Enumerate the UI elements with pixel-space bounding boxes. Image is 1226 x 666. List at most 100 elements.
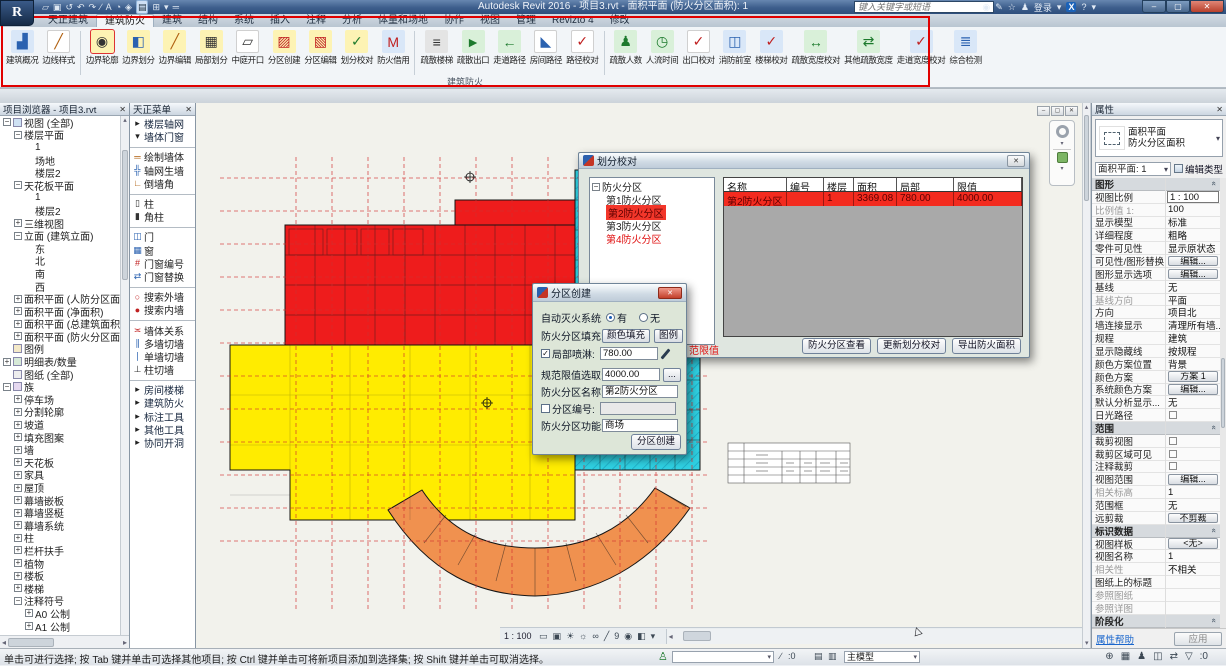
ribbon-tab[interactable]: 体量和场地 [370,14,436,27]
default-3d-view-icon[interactable]: ◈ [125,1,132,13]
expander-icon[interactable]: − [3,118,11,126]
ribbon-button[interactable]: ⇄ 其他疏散宽度 [842,29,895,67]
editing-requests-icon[interactable]: ∕ [780,651,782,661]
ribbon-tab[interactable]: 分析 [334,14,370,27]
section-pin-icon[interactable] [1212,616,1216,625]
expander-icon[interactable]: + [14,295,22,303]
radio-no[interactable] [639,313,648,322]
ribbon-button[interactable]: ↔ 疏散宽度校对 [790,29,843,67]
ribbon-button[interactable]: ╱ 边界编辑 [157,29,193,67]
zoom-dropdown-icon[interactable] [1060,165,1063,172]
ribbon-button[interactable]: ✓ 划分校对 [339,29,375,67]
canvas-horizontal-scrollbar[interactable] [666,629,1082,644]
expander-icon[interactable]: + [14,307,22,315]
property-value[interactable] [1169,462,1177,470]
menu-item[interactable]: ∣ 单墙切墙 [130,350,195,363]
analytical-model-icon[interactable]: ◧ [637,631,646,642]
ribbon-button[interactable]: ≣ 综合检测 [947,29,983,67]
menu-item[interactable]: ∥ 多墙切墙 [130,337,195,350]
tree-item[interactable]: + 家具 [0,469,120,482]
ribbon-button[interactable] [80,31,81,75]
section-pin-icon[interactable] [1212,423,1216,432]
menu-item[interactable]: ▸ 房间楼梯 [130,383,195,396]
ribbon-button[interactable] [414,31,415,75]
browser-horizontal-scrollbar[interactable] [0,635,129,648]
code-limit-input[interactable]: 4000.00 [602,368,660,381]
column-header[interactable]: 局部 [897,178,954,191]
tree-item[interactable]: + 幕墙系统 [0,519,120,532]
expander-icon[interactable] [25,282,33,290]
tree-item[interactable]: + 分割轮廓 [0,406,120,419]
editable-only-icon[interactable]: ♟ [1137,651,1146,662]
sync-icon[interactable]: ↺ [65,1,73,13]
ribbon-tab[interactable]: 插入 [262,14,298,27]
sketchy-lines-icon[interactable]: ╱ [604,631,609,642]
expander-icon[interactable]: − [14,181,22,189]
expander-icon[interactable]: + [14,496,22,504]
menu-item[interactable]: ═ 绘制墙体 [130,150,195,163]
menu-item[interactable]: ╬ 轴网生墙 [130,164,195,177]
user-icon[interactable]: ♟ [1021,2,1029,13]
view-selector-combobox[interactable]: 面积平面: 1 [1095,162,1171,176]
tree-item[interactable]: − 楼层平面 [0,129,120,142]
property-value[interactable]: 1 : 100 [1167,191,1219,203]
zoom-icon[interactable] [1057,152,1068,163]
expander-icon[interactable]: + [25,622,33,630]
property-value[interactable]: 方案 1 [1168,371,1218,382]
expander-icon[interactable] [3,370,11,378]
menu-item[interactable]: ⇄ 门窗替换 [130,270,195,283]
filter-icon[interactable]: ▽ [1185,651,1193,662]
zone-number-checkbox[interactable] [541,404,550,413]
legend-button[interactable]: 图例 [654,329,683,343]
favorites-star-icon[interactable]: ☆ [1008,2,1016,13]
ribbon-button[interactable]: ≡ 疏散楼梯 [418,29,454,67]
menu-item[interactable]: ● 搜索内墙 [130,303,195,316]
ribbon-tab[interactable]: 管理 [508,14,544,27]
ribbon-button[interactable]: ▱ 中庭开口 [229,29,265,67]
visual-style-icon[interactable]: ∞ [592,631,598,641]
property-value[interactable]: 编辑... [1168,269,1218,280]
expander-icon[interactable] [25,156,33,164]
sign-in-label[interactable]: 登录 [1034,1,1052,14]
reveal-constraints-icon[interactable]: ▾ [651,631,656,642]
ribbon-tab[interactable]: 建筑防火 [96,14,154,27]
dialog-button[interactable]: 防火分区查看 [802,338,871,354]
menu-item[interactable]: ▸ 楼层轴网 [130,117,195,130]
expander-icon[interactable]: + [14,446,22,454]
press-drag-icon[interactable]: ⇄ [1170,651,1178,662]
edit-type-button[interactable]: 编辑类型 [1174,162,1223,176]
tree-item[interactable]: − 立面 (建筑立面) [0,229,120,242]
design-options-icon[interactable]: ▦ [1121,651,1130,662]
tree-item[interactable]: + 植物 [0,557,120,570]
ribbon-button[interactable]: ♟ 疏散人数 [608,29,644,67]
property-value[interactable] [1169,411,1177,419]
tree-item[interactable]: + 面积平面 (防火分区面积) [0,330,120,343]
ribbon-button[interactable]: ◉ 边界轮廓 [84,29,120,67]
close-inactive-windows-icon[interactable]: ⊞ [152,1,160,13]
ribbon-tab[interactable]: 系统 [226,14,262,27]
menu-item[interactable]: ▦ 窗 [130,244,195,257]
ribbon-button[interactable]: ✓ 出口校对 [680,29,716,67]
tree-item[interactable]: − 族 [0,380,120,393]
ribbon-button[interactable]: ✓ 楼梯校对 [753,29,789,67]
ribbon-button[interactable] [604,31,605,75]
tree-item[interactable]: + 栏杆扶手 [0,544,120,557]
reveal-hidden-icon[interactable]: ◉ [624,631,632,642]
exclude-options-icon[interactable]: ◫ [1153,651,1162,662]
expander-icon[interactable] [3,345,11,353]
search-input[interactable] [854,1,994,13]
property-value[interactable]: 1 [1166,487,1220,498]
eyedropper-icon[interactable] [660,348,670,359]
ribbon-tab[interactable]: Revizto 4 [544,14,602,27]
tree-item[interactable]: + 天花板 [0,456,120,469]
ribbon-tab[interactable]: 协作 [436,14,472,27]
create-zone-button[interactable]: 分区创建 [631,434,681,450]
property-value[interactable]: 编辑... [1168,256,1218,267]
expander-icon[interactable]: − [14,131,22,139]
ribbon-button[interactable]: ▦ 局部划分 [193,29,229,67]
tree-item[interactable]: 图纸 (全部) [0,368,120,381]
expander-icon[interactable]: + [14,584,22,592]
ribbon-button[interactable]: ◣ 房间路径 [528,29,564,67]
subscription-icon[interactable]: ✎ [995,2,1003,13]
ribbon-tab[interactable]: 视图 [472,14,508,27]
